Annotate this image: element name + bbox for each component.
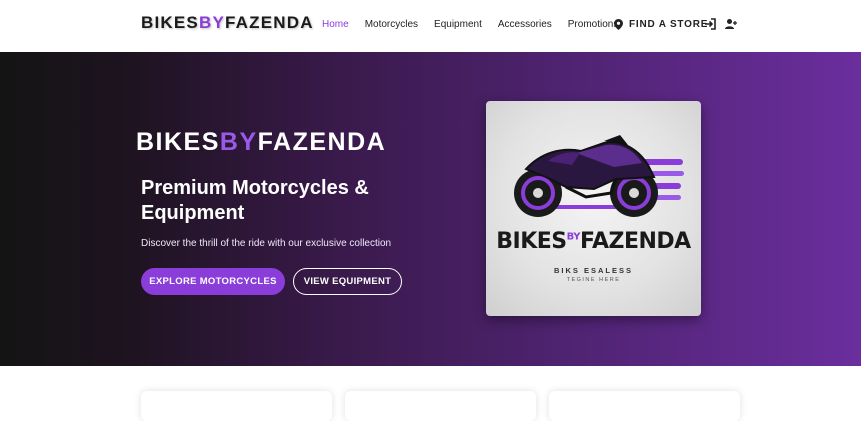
nav-motorcycles[interactable]: Motorcycles: [365, 19, 418, 30]
image-brand-by: BY: [566, 231, 581, 243]
image-tagline-secondary: TEGINE HERE: [566, 277, 621, 283]
feature-cards-section: [0, 366, 861, 421]
nav-accessories[interactable]: Accessories: [498, 19, 552, 30]
find-store-link[interactable]: FIND A STORE: [614, 19, 708, 30]
hero-logo-bikes: BIKES: [136, 128, 220, 156]
image-brand-text: BIKESBYFAZENDA: [486, 229, 701, 254]
feature-card: [141, 391, 332, 421]
nav-promotions[interactable]: Promotions: [568, 19, 619, 30]
hero-logo: BIKESBYFAZENDA: [136, 128, 386, 157]
sign-in-icon[interactable]: [704, 18, 716, 30]
hero-logo-by: BY: [219, 128, 258, 156]
motorcycle-illustration: [514, 135, 684, 217]
brand-part-fazenda: FAZENDA: [225, 13, 314, 32]
navbar: BIKESBYFAZENDA Home Motorcycles Equipmen…: [0, 0, 861, 52]
map-marker-icon: [614, 19, 623, 30]
main-nav: Home Motorcycles Equipment Accessories P…: [322, 19, 634, 30]
brand-part-bikes: BIKES: [141, 13, 199, 32]
nav-equipment[interactable]: Equipment: [434, 19, 482, 30]
feature-card: [345, 391, 536, 421]
view-equipment-button[interactable]: VIEW EQUIPMENT: [293, 268, 402, 295]
hero-logo-fazenda: FAZENDA: [257, 128, 387, 156]
image-brand-fazenda: FAZENDA: [579, 229, 691, 254]
brand-part-by: BY: [198, 13, 225, 32]
explore-motorcycles-button[interactable]: EXPLORE MOTORCYCLES: [141, 268, 285, 295]
nav-home[interactable]: Home: [322, 19, 349, 30]
brand-logo[interactable]: BIKESBYFAZENDA: [141, 13, 314, 33]
find-store-label: FIND A STORE: [629, 19, 709, 30]
user-plus-icon[interactable]: [725, 18, 737, 30]
image-tagline: BIKS ESALESS: [553, 266, 633, 275]
feature-card: [549, 391, 740, 421]
hero-subtitle: Discover the thrill of the ride with our…: [141, 238, 392, 249]
hero-logo-image: BIKESBYFAZENDA BIKS ESALESS TEGINE HERE: [486, 101, 701, 316]
image-brand-bikes: BIKES: [496, 229, 567, 254]
hero-title: Premium Motorcycles & Equipment: [141, 177, 369, 224]
